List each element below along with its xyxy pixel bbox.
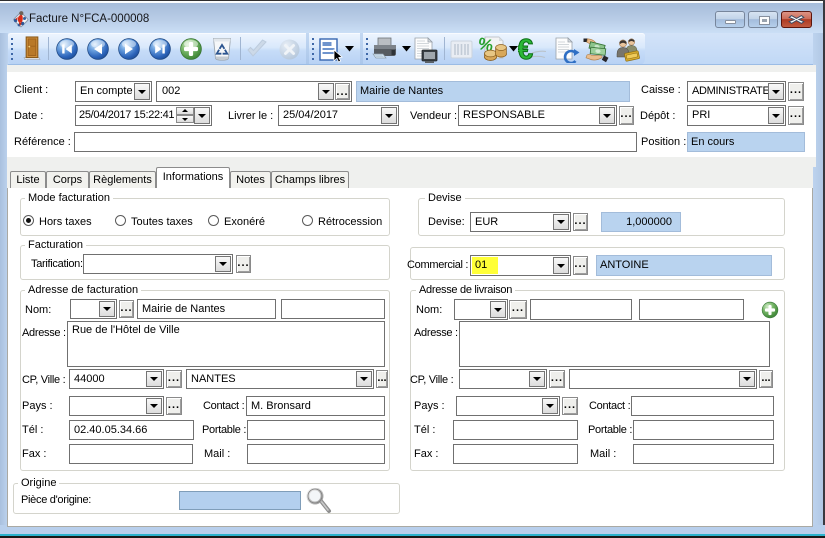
svg-text:€: € bbox=[518, 34, 533, 64]
